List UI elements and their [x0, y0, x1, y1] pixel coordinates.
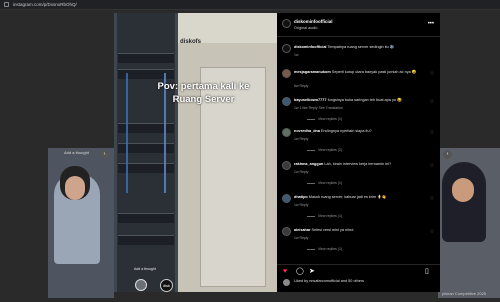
- comment-user[interactable]: rakhma_anggun: [294, 162, 323, 166]
- video-caption-line2: Ruang Server: [172, 94, 235, 105]
- view-replies-link[interactable]: View replies (1): [307, 181, 342, 185]
- rack-rail: [114, 13, 117, 292]
- view-replies-link[interactable]: View replies (2): [307, 148, 342, 152]
- like-comment-icon[interactable]: ♡: [430, 196, 434, 202]
- view-replies-link[interactable]: View replies (1): [307, 117, 342, 121]
- background-left-caption: Add a thought: [64, 150, 89, 155]
- rack-unit: [118, 235, 174, 245]
- site-info-icon[interactable]: [4, 2, 9, 7]
- post-header: diskominfoofficial Original audio •••: [277, 13, 440, 37]
- rack-rail: [175, 13, 178, 292]
- comment-user[interactable]: novredha_dna: [294, 129, 320, 133]
- author-avatar[interactable]: disk: [160, 279, 173, 292]
- comment-body: Lah, kirain interview kerja bernamin ini…: [324, 162, 392, 166]
- comment-meta: 1w 1 like Reply See Translation: [294, 106, 343, 110]
- comment-meta: 1w Reply: [294, 236, 309, 240]
- comment-text: dhatipo Masuk ruang server, kabuar jadi …: [294, 195, 428, 200]
- comment-text: mesjagaramanukom Seperti kutup utara ban…: [294, 70, 428, 75]
- comment-meta: 1w: [294, 53, 299, 57]
- comment-meta: 1w Reply: [294, 203, 309, 207]
- author-avatar[interactable]: [282, 19, 291, 28]
- liker-avatar[interactable]: [283, 279, 290, 286]
- comment-avatar[interactable]: [282, 128, 291, 137]
- viewer-avatar[interactable]: [135, 279, 147, 291]
- comment-body: Tempatnya ruang server sedingin itu ❄️: [327, 45, 395, 49]
- comment-body: fungsinya buka saringan teh buat apa yo …: [327, 98, 402, 102]
- comment-user[interactable]: aleisahar: [294, 228, 310, 232]
- like-comment-icon[interactable]: ♡: [430, 229, 434, 235]
- view-replies-link[interactable]: View replies (1): [307, 247, 342, 251]
- bookmark-icon[interactable]: ▯: [425, 268, 429, 275]
- comment-meta: 1w Reply: [294, 170, 309, 174]
- post-username[interactable]: diskominfoofficial: [294, 19, 333, 24]
- comment-icon[interactable]: ◯: [296, 268, 304, 275]
- post-audio[interactable]: Original audio: [294, 26, 317, 30]
- page-stage: Add a thought pikiran Competitive 2025 d…: [0, 10, 500, 302]
- like-comment-icon[interactable]: ♡: [430, 71, 434, 77]
- more-icon[interactable]: •••: [428, 21, 434, 27]
- post-actions-bar: ♥ ◯ ➤ ▯: [277, 264, 440, 276]
- chevron-left-icon[interactable]: ‹: [100, 150, 109, 159]
- comment-avatar[interactable]: [282, 69, 291, 78]
- comments-panel: diskominfoofficial Original audio ••• di…: [277, 13, 440, 292]
- background-post-left[interactable]: Add a thought: [48, 148, 114, 298]
- background-post-right[interactable]: pikiran Competitive 2025: [438, 148, 500, 298]
- comment-avatar[interactable]: [282, 227, 291, 236]
- url-text[interactable]: instagram.com/p/DxsnoRbOhQ/: [13, 2, 77, 7]
- comment-meta: 6w Reply: [294, 84, 309, 88]
- browser-address-bar[interactable]: instagram.com/p/DxsnoRbOhQ/: [0, 0, 500, 10]
- comment-avatar[interactable]: [282, 161, 291, 170]
- video-caption-line1: Pov: pertama kali ke: [157, 81, 250, 92]
- comment-text: bayuselbowo7777 fungsinya buka saringan …: [294, 98, 428, 103]
- rack-unit: [118, 213, 174, 223]
- add-thought-label[interactable]: Add a thought: [134, 267, 156, 271]
- comment-text: novredha_dna Endingnya nyeritain siapa i…: [294, 129, 428, 134]
- like-comment-icon[interactable]: ♡: [430, 163, 434, 169]
- heart-icon[interactable]: ♥: [283, 268, 287, 275]
- comment-user[interactable]: dhatipo: [294, 195, 308, 199]
- comment-body: Selesi versi mini ya mind: [311, 228, 354, 232]
- person-face: [452, 178, 474, 202]
- comment-avatar[interactable]: [282, 97, 291, 106]
- likes-summary[interactable]: Liked by nnsafarcomofficial and 50 other…: [294, 279, 364, 283]
- person-face: [65, 176, 85, 200]
- video-watermark: diskofs: [180, 39, 202, 45]
- post-video[interactable]: diskofs Pov: pertama kali ke Ruang Serve…: [114, 13, 277, 292]
- comment-text: rakhma_anggun Lah, kirain interview kerj…: [294, 162, 428, 167]
- comment-text: aleisahar Selesi versi mini ya mind: [294, 228, 428, 233]
- like-comment-icon[interactable]: ♡: [430, 99, 434, 105]
- comment-body: Masuk ruang server, kabuar jadi es krim …: [308, 195, 387, 199]
- server-rack: [114, 13, 178, 292]
- comment-text: diskominfoofficial Tempatnya ruang serve…: [294, 45, 428, 50]
- comment-avatar[interactable]: [282, 44, 291, 53]
- view-replies-link[interactable]: View replies (1): [307, 214, 342, 218]
- background-right-caption: pikiran Competitive 2025: [442, 291, 487, 296]
- comment-user[interactable]: bayuselbowo7777: [294, 98, 327, 102]
- chevron-right-icon[interactable]: ›: [443, 150, 452, 159]
- comment-avatar[interactable]: [282, 194, 291, 203]
- comment-user[interactable]: mesjagaramanukom: [294, 70, 331, 74]
- comment-body: Seperti kutup utara banyak pasti jumlah …: [331, 70, 417, 74]
- comment-body: Endingnya nyeritain siapa itu?: [321, 129, 372, 133]
- person-hijab: [442, 162, 486, 242]
- comment-user[interactable]: diskominfoofficial: [294, 45, 327, 49]
- like-comment-icon[interactable]: ♡: [430, 130, 434, 136]
- rack-unit: [118, 53, 174, 63]
- comment-meta: 1w Reply: [294, 137, 309, 141]
- share-icon[interactable]: ➤: [309, 268, 315, 275]
